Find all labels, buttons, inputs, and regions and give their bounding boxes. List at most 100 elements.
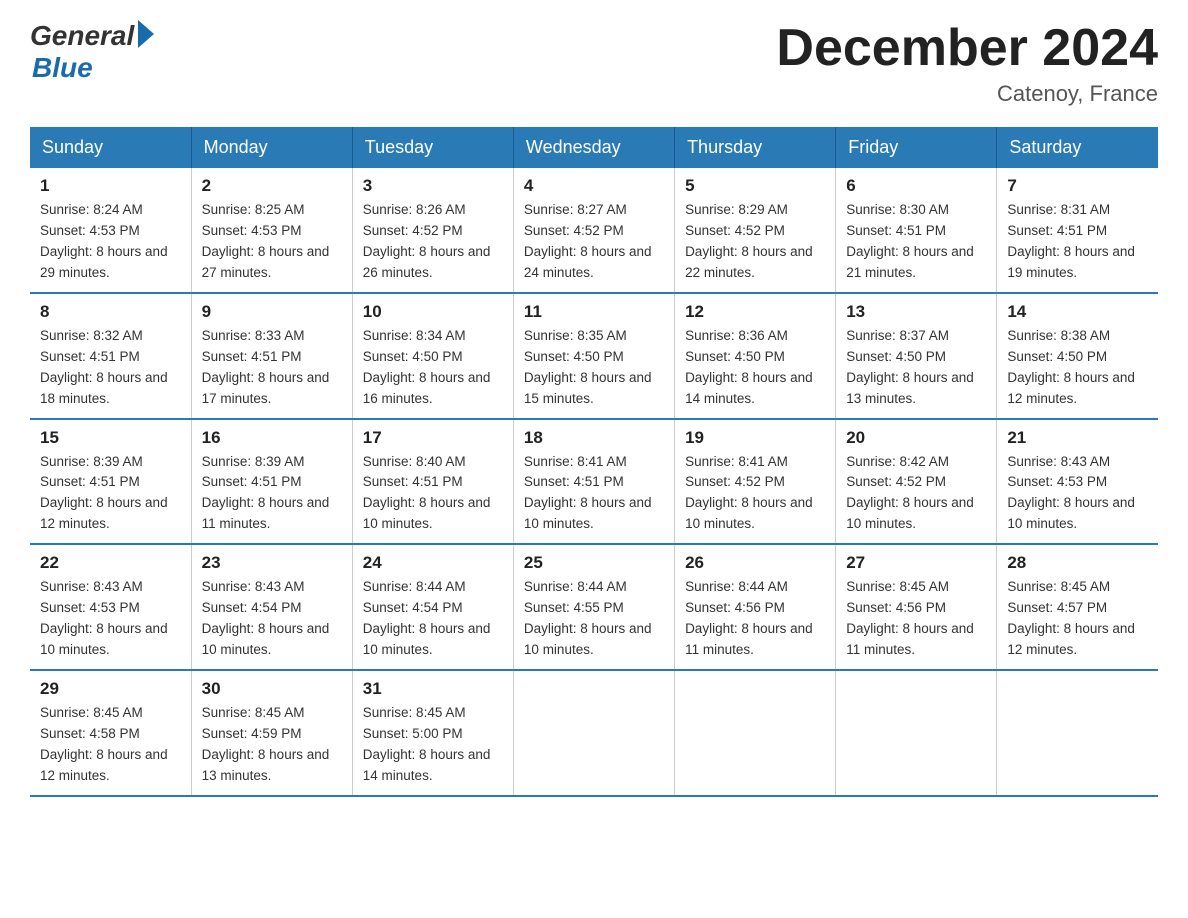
day-info: Sunrise: 8:25 AMSunset: 4:53 PMDaylight:… <box>202 200 342 284</box>
title-section: December 2024 Catenoy, France <box>776 20 1158 107</box>
day-number: 26 <box>685 553 825 573</box>
header-cell-friday: Friday <box>836 127 997 168</box>
calendar-cell: 25 Sunrise: 8:44 AMSunset: 4:55 PMDayligh… <box>513 544 674 670</box>
day-info: Sunrise: 8:30 AMSunset: 4:51 PMDaylight:… <box>846 200 986 284</box>
day-info: Sunrise: 8:35 AMSunset: 4:50 PMDaylight:… <box>524 326 664 410</box>
day-number: 6 <box>846 176 986 196</box>
day-info: Sunrise: 8:27 AMSunset: 4:52 PMDaylight:… <box>524 200 664 284</box>
logo-arrow-icon <box>138 20 154 48</box>
week-row-4: 22Sunrise: 8:43 AMSunset: 4:53 PMDayligh… <box>30 544 1158 670</box>
calendar-cell <box>513 670 674 796</box>
logo-blue-text: Blue <box>32 52 93 84</box>
day-info: Sunrise: 8:26 AMSunset: 4:52 PMDaylight:… <box>363 200 503 284</box>
day-info: Sunrise: 8:36 AMSunset: 4:50 PMDaylight:… <box>685 326 825 410</box>
day-number: 1 <box>40 176 181 196</box>
calendar-cell: 6 Sunrise: 8:30 AMSunset: 4:51 PMDaylight… <box>836 168 997 293</box>
calendar-cell: 13Sunrise: 8:37 AMSunset: 4:50 PMDayligh… <box>836 293 997 419</box>
day-info: Sunrise: 8:45 AMSunset: 4:57 PMDaylight:… <box>1007 577 1148 661</box>
day-info: Sunrise: 8:44 AMSunset: 4:55 PMDaylight:… <box>524 577 664 661</box>
day-number: 3 <box>363 176 503 196</box>
day-info: Sunrise: 8:32 AMSunset: 4:51 PMDaylight:… <box>40 326 181 410</box>
day-number: 7 <box>1007 176 1148 196</box>
week-row-1: 1 Sunrise: 8:24 AMSunset: 4:53 PMDaylight… <box>30 168 1158 293</box>
day-info: Sunrise: 8:43 AMSunset: 4:54 PMDaylight:… <box>202 577 342 661</box>
day-info: Sunrise: 8:44 AMSunset: 4:54 PMDaylight:… <box>363 577 503 661</box>
calendar-cell: 26Sunrise: 8:44 AMSunset: 4:56 PMDayligh… <box>675 544 836 670</box>
header-cell-sunday: Sunday <box>30 127 191 168</box>
day-number: 5 <box>685 176 825 196</box>
calendar-header: SundayMondayTuesdayWednesdayThursdayFrid… <box>30 127 1158 168</box>
calendar-cell: 10 Sunrise: 8:34 AMSunset: 4:50 PMDayligh… <box>352 293 513 419</box>
calendar-cell: 19 Sunrise: 8:41 AMSunset: 4:52 PMDayligh… <box>675 419 836 545</box>
header-cell-monday: Monday <box>191 127 352 168</box>
day-number: 27 <box>846 553 986 573</box>
header-row: SundayMondayTuesdayWednesdayThursdayFrid… <box>30 127 1158 168</box>
day-info: Sunrise: 8:33 AMSunset: 4:51 PMDaylight:… <box>202 326 342 410</box>
day-number: 28 <box>1007 553 1148 573</box>
page-header: General Blue December 2024 Catenoy, Fran… <box>30 20 1158 107</box>
calendar-cell: 11 Sunrise: 8:35 AMSunset: 4:50 PMDayligh… <box>513 293 674 419</box>
day-number: 23 <box>202 553 342 573</box>
day-info: Sunrise: 8:39 AMSunset: 4:51 PMDaylight:… <box>202 452 342 536</box>
day-info: Sunrise: 8:40 AMSunset: 4:51 PMDaylight:… <box>363 452 503 536</box>
day-number: 21 <box>1007 428 1148 448</box>
day-number: 14 <box>1007 302 1148 322</box>
day-number: 16 <box>202 428 342 448</box>
calendar-cell <box>997 670 1158 796</box>
day-number: 12 <box>685 302 825 322</box>
calendar-cell: 21 Sunrise: 8:43 AMSunset: 4:53 PMDayligh… <box>997 419 1158 545</box>
day-info: Sunrise: 8:24 AMSunset: 4:53 PMDaylight:… <box>40 200 181 284</box>
day-number: 11 <box>524 302 664 322</box>
calendar-cell <box>675 670 836 796</box>
logo-general-text: General <box>30 20 134 52</box>
day-number: 31 <box>363 679 503 699</box>
day-number: 29 <box>40 679 181 699</box>
day-info: Sunrise: 8:41 AMSunset: 4:51 PMDaylight:… <box>524 452 664 536</box>
day-info: Sunrise: 8:38 AMSunset: 4:50 PMDaylight:… <box>1007 326 1148 410</box>
week-row-3: 15 Sunrise: 8:39 AMSunset: 4:51 PMDayligh… <box>30 419 1158 545</box>
calendar-cell: 22Sunrise: 8:43 AMSunset: 4:53 PMDayligh… <box>30 544 191 670</box>
day-number: 18 <box>524 428 664 448</box>
day-info: Sunrise: 8:34 AMSunset: 4:50 PMDaylight:… <box>363 326 503 410</box>
calendar-cell: 17Sunrise: 8:40 AMSunset: 4:51 PMDayligh… <box>352 419 513 545</box>
day-info: Sunrise: 8:43 AMSunset: 4:53 PMDaylight:… <box>1007 452 1148 536</box>
day-number: 30 <box>202 679 342 699</box>
day-info: Sunrise: 8:45 AMSunset: 4:58 PMDaylight:… <box>40 703 181 787</box>
day-number: 25 <box>524 553 664 573</box>
day-number: 2 <box>202 176 342 196</box>
header-cell-saturday: Saturday <box>997 127 1158 168</box>
calendar-body: 1 Sunrise: 8:24 AMSunset: 4:53 PMDaylight… <box>30 168 1158 795</box>
calendar-cell: 14 Sunrise: 8:38 AMSunset: 4:50 PMDayligh… <box>997 293 1158 419</box>
day-info: Sunrise: 8:29 AMSunset: 4:52 PMDaylight:… <box>685 200 825 284</box>
calendar-cell: 5 Sunrise: 8:29 AMSunset: 4:52 PMDaylight… <box>675 168 836 293</box>
calendar-cell: 4 Sunrise: 8:27 AMSunset: 4:52 PMDaylight… <box>513 168 674 293</box>
day-info: Sunrise: 8:37 AMSunset: 4:50 PMDaylight:… <box>846 326 986 410</box>
header-cell-wednesday: Wednesday <box>513 127 674 168</box>
day-number: 19 <box>685 428 825 448</box>
calendar-cell: 8Sunrise: 8:32 AMSunset: 4:51 PMDaylight… <box>30 293 191 419</box>
header-cell-tuesday: Tuesday <box>352 127 513 168</box>
day-number: 20 <box>846 428 986 448</box>
day-number: 24 <box>363 553 503 573</box>
calendar-cell: 9 Sunrise: 8:33 AMSunset: 4:51 PMDaylight… <box>191 293 352 419</box>
calendar-cell: 1 Sunrise: 8:24 AMSunset: 4:53 PMDaylight… <box>30 168 191 293</box>
day-info: Sunrise: 8:43 AMSunset: 4:53 PMDaylight:… <box>40 577 181 661</box>
calendar-cell: 28 Sunrise: 8:45 AMSunset: 4:57 PMDayligh… <box>997 544 1158 670</box>
calendar-cell: 30 Sunrise: 8:45 AMSunset: 4:59 PMDayligh… <box>191 670 352 796</box>
calendar-cell <box>836 670 997 796</box>
day-number: 10 <box>363 302 503 322</box>
location-subtitle: Catenoy, France <box>776 81 1158 107</box>
calendar-table: SundayMondayTuesdayWednesdayThursdayFrid… <box>30 127 1158 796</box>
calendar-cell: 18 Sunrise: 8:41 AMSunset: 4:51 PMDayligh… <box>513 419 674 545</box>
header-cell-thursday: Thursday <box>675 127 836 168</box>
calendar-cell: 7Sunrise: 8:31 AMSunset: 4:51 PMDaylight… <box>997 168 1158 293</box>
day-info: Sunrise: 8:45 AMSunset: 4:59 PMDaylight:… <box>202 703 342 787</box>
calendar-cell: 15Sunrise: 8:39 AMSunset: 4:51 PMDayligh… <box>30 419 191 545</box>
calendar-cell: 27Sunrise: 8:45 AMSunset: 4:56 PMDayligh… <box>836 544 997 670</box>
day-number: 4 <box>524 176 664 196</box>
day-info: Sunrise: 8:41 AMSunset: 4:52 PMDaylight:… <box>685 452 825 536</box>
day-number: 9 <box>202 302 342 322</box>
calendar-cell: 24 Sunrise: 8:44 AMSunset: 4:54 PMDayligh… <box>352 544 513 670</box>
day-number: 15 <box>40 428 181 448</box>
calendar-cell: 29 Sunrise: 8:45 AMSunset: 4:58 PMDayligh… <box>30 670 191 796</box>
